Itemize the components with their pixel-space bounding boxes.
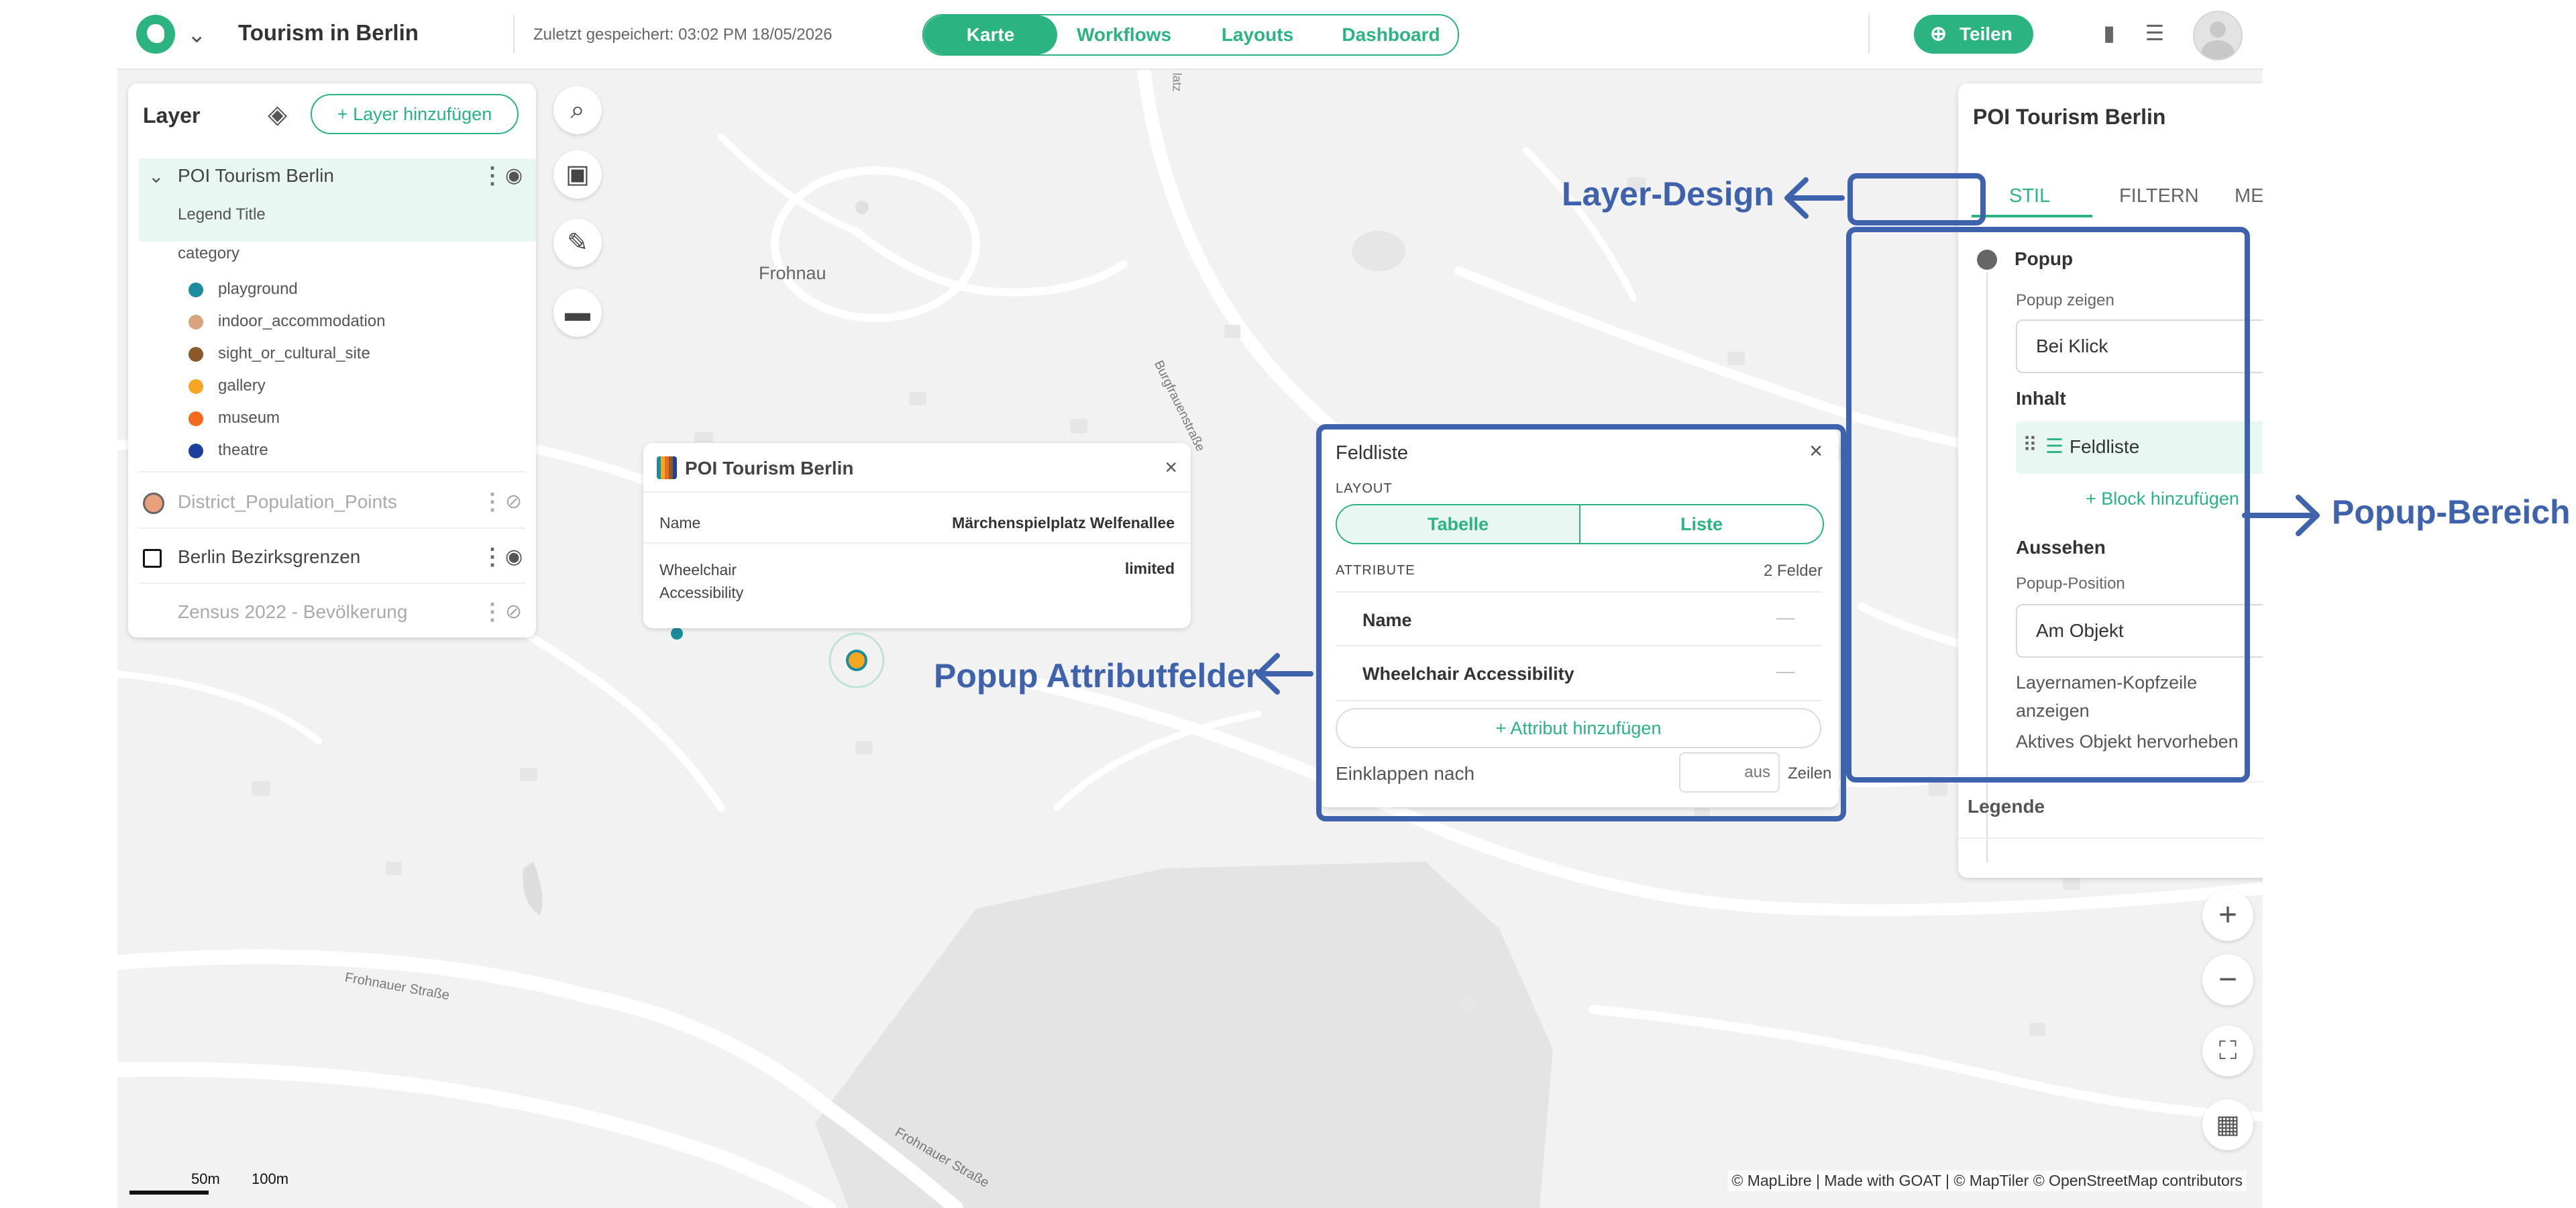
annotation-arrows — [1256, 177, 2320, 695]
